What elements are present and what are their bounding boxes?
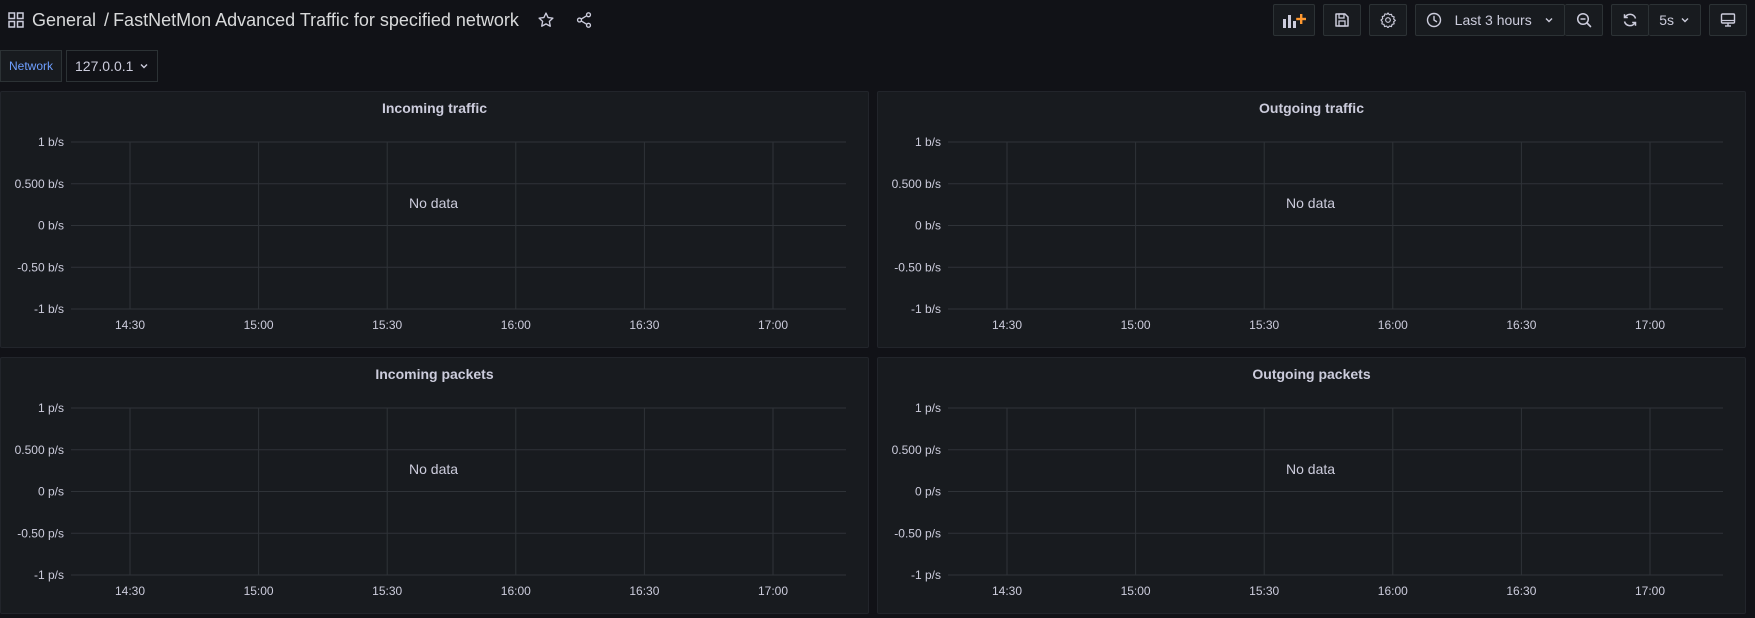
x-tick-label: 17:00 <box>758 584 788 598</box>
gear-icon <box>1380 12 1397 28</box>
no-data-message: No data <box>1286 461 1336 477</box>
x-tick-label: 16:30 <box>629 584 659 598</box>
time-series-plot[interactable]: 1 b/s 0.500 b/s 0 b/s -0.50 b/s -1 b/s 14:30 1… <box>878 92 1747 349</box>
no-data-message: No data <box>1286 195 1336 211</box>
x-tick-label: 15:00 <box>1121 318 1151 332</box>
x-tick-label: 15:00 <box>244 318 274 332</box>
panel-title[interactable]: Outgoing packets <box>878 366 1745 382</box>
network-variable-label: Network <box>0 50 63 82</box>
y-tick-label: -0.50 p/s <box>17 526 64 540</box>
no-data-message: No data <box>409 461 459 477</box>
panel-title[interactable]: Incoming packets <box>1 366 868 382</box>
y-tick-label: 0.500 b/s <box>15 177 64 191</box>
panel-incoming-traffic: 1 b/s 0.500 b/s 0 b/s -0.50 b/s -1 b/s 14:30 1… <box>0 91 869 348</box>
x-tick-label: 16:00 <box>501 584 531 598</box>
x-tick-label: 14:30 <box>992 318 1022 332</box>
y-tick-label: -1 b/s <box>911 302 941 316</box>
dashboards-grid-icon[interactable] <box>8 12 24 28</box>
time-series-plot[interactable]: 1 p/s 0.500 p/s 0 p/s -0.50 p/s -1 p/s 14:30 1… <box>878 358 1747 615</box>
star-icon[interactable] <box>535 9 557 31</box>
save-icon <box>1335 13 1349 27</box>
x-tick-label: 15:30 <box>1249 584 1279 598</box>
y-tick-label: 0 p/s <box>915 485 941 499</box>
time-range-picker[interactable]: Last 3 hours <box>1415 4 1566 36</box>
y-tick-label: -0.50 p/s <box>894 526 941 540</box>
y-tick-label: 0.500 p/s <box>15 443 64 457</box>
share-icon[interactable] <box>573 9 595 31</box>
y-tick-label: 1 p/s <box>915 401 941 415</box>
chevron-down-icon <box>1681 18 1689 23</box>
monitor-icon <box>1720 13 1736 27</box>
x-tick-label: 15:00 <box>1121 584 1151 598</box>
time-controls: Last 3 hours <box>1415 4 1604 36</box>
y-tick-label: 0 p/s <box>38 485 64 499</box>
navbar-left: General / FastNetMon Advanced Traffic for … <box>8 9 1273 31</box>
time-series-plot[interactable]: 1 b/s 0.500 b/s 0 b/s -0.50 b/s -1 b/s 14:30 1… <box>1 92 870 349</box>
network-variable-value: 127.0.0.1 <box>75 58 134 74</box>
y-tick-label: 1 p/s <box>38 401 64 415</box>
clock-icon <box>1427 12 1442 28</box>
panel-incoming-packets: 1 p/s 0.500 p/s 0 p/s -0.50 p/s -1 p/s 14:30 1… <box>0 357 869 614</box>
time-range-label: Last 3 hours <box>1454 12 1532 28</box>
x-tick-label: 16:00 <box>501 318 531 332</box>
y-tick-label: -1 p/s <box>34 568 64 582</box>
panel-outgoing-packets: 1 p/s 0.500 p/s 0 p/s -0.50 p/s -1 p/s 14:30 1… <box>877 357 1746 614</box>
x-tick-label: 17:00 <box>1635 318 1665 332</box>
x-tick-label: 17:00 <box>758 318 788 332</box>
x-tick-label: 16:00 <box>1378 318 1408 332</box>
chevron-down-icon <box>140 64 148 69</box>
x-tick-label: 16:00 <box>1378 584 1408 598</box>
x-tick-label: 14:30 <box>115 584 145 598</box>
refresh-dashboard-button[interactable] <box>1611 4 1650 36</box>
refresh-controls: 5s <box>1611 4 1701 36</box>
navbar-right: Last 3 hours 5s <box>1273 4 1747 36</box>
time-series-plot[interactable]: 1 p/s 0.500 p/s 0 p/s -0.50 p/s -1 p/s 14:30 1… <box>1 358 870 615</box>
panel-title[interactable]: Outgoing traffic <box>878 100 1745 116</box>
tv-mode-button[interactable] <box>1709 4 1747 36</box>
y-tick-label: -1 b/s <box>34 302 64 316</box>
y-tick-label: -1 p/s <box>911 568 941 582</box>
breadcrumb[interactable]: General / FastNetMon Advanced Traffic for … <box>32 10 519 31</box>
dashboard-settings-button[interactable] <box>1369 4 1408 36</box>
zoom-out-time-button[interactable] <box>1565 4 1604 36</box>
template-variables: Network 127.0.0.1 <box>0 50 159 82</box>
breadcrumb-folder[interactable]: General <box>32 10 96 30</box>
top-navbar: General / FastNetMon Advanced Traffic for … <box>0 0 1755 40</box>
network-variable-select[interactable]: 127.0.0.1 <box>66 50 159 82</box>
y-tick-label: 0 b/s <box>915 219 941 233</box>
y-tick-label: -0.50 b/s <box>894 260 941 274</box>
y-tick-label: 1 b/s <box>38 135 64 149</box>
y-tick-label: 0.500 b/s <box>892 177 941 191</box>
add-panel-icon <box>1283 14 1307 28</box>
add-panel-button[interactable] <box>1273 4 1316 36</box>
panel-outgoing-traffic: 1 b/s 0.500 b/s 0 b/s -0.50 b/s -1 b/s 14:30 1… <box>877 91 1746 348</box>
y-tick-label: 1 b/s <box>915 135 941 149</box>
x-tick-label: 16:30 <box>1506 318 1536 332</box>
y-tick-label: 0 b/s <box>38 219 64 233</box>
refresh-icon <box>1623 13 1637 27</box>
x-tick-label: 16:30 <box>629 318 659 332</box>
save-dashboard-button[interactable] <box>1323 4 1362 36</box>
no-data-message: No data <box>409 195 459 211</box>
refresh-interval-picker[interactable]: 5s <box>1649 4 1701 36</box>
breadcrumb-separator: / <box>104 9 110 30</box>
breadcrumb-dashboard-title[interactable]: FastNetMon Advanced Traffic for specifie… <box>113 10 519 30</box>
chevron-down-icon <box>1545 18 1553 23</box>
y-tick-label: -0.50 b/s <box>17 260 64 274</box>
x-tick-label: 15:30 <box>372 318 402 332</box>
panel-title[interactable]: Incoming traffic <box>1 100 868 116</box>
x-tick-label: 15:30 <box>372 584 402 598</box>
x-tick-label: 16:30 <box>1506 584 1536 598</box>
x-tick-label: 15:30 <box>1249 318 1279 332</box>
y-tick-label: 0.500 p/s <box>892 443 941 457</box>
x-tick-label: 14:30 <box>992 584 1022 598</box>
x-tick-label: 14:30 <box>115 318 145 332</box>
x-tick-label: 17:00 <box>1635 584 1665 598</box>
zoom-out-icon <box>1576 12 1592 28</box>
x-tick-label: 15:00 <box>244 584 274 598</box>
refresh-interval-label: 5s <box>1659 12 1674 28</box>
